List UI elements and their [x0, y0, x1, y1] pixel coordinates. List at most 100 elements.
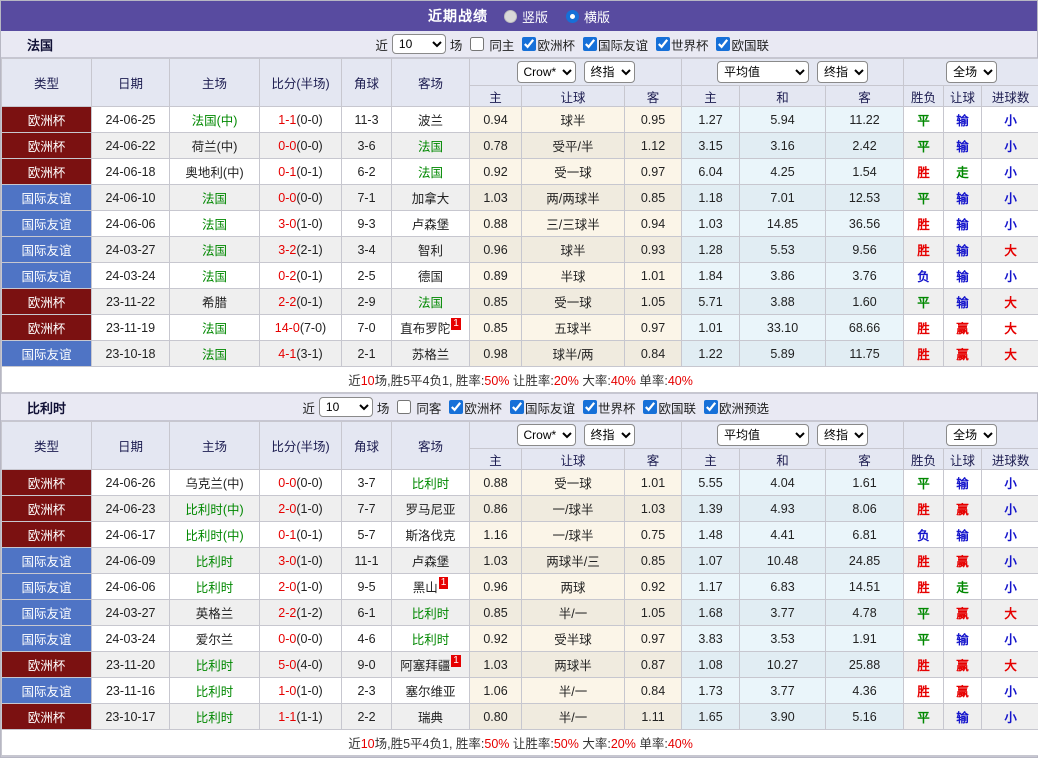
home-team-cell: 荷兰(中)	[170, 133, 260, 159]
average-odds-cell-0: 1.68	[682, 600, 740, 626]
group-0-select-0[interactable]: Crow*	[517, 424, 576, 446]
col-header-3: 比分(半场)	[260, 422, 342, 470]
competition-checkbox-2[interactable]	[583, 400, 597, 414]
summary-row: 近10场,胜5平4负1, 胜率:50% 让胜率:20% 大率:40% 单率:40…	[2, 367, 1038, 393]
group-1-select-1[interactable]: 终指	[817, 424, 868, 446]
competition-checkbox-4[interactable]	[704, 400, 718, 414]
average-odds-cell-0: 1.07	[682, 548, 740, 574]
same-venue-label: 同客	[416, 398, 441, 417]
sub-header-0-0: 主	[470, 449, 522, 470]
competition-filter-1: 国际友谊	[506, 398, 575, 417]
handicap-odds-cell-1: 球半/两	[522, 341, 625, 367]
competition-checkbox-2[interactable]	[656, 37, 670, 51]
corners-cell: 3-7	[342, 470, 392, 496]
date-cell: 24-06-18	[92, 159, 170, 185]
goals-result: 小	[982, 263, 1038, 289]
sub-header-2-1: 让球	[944, 449, 982, 470]
radio-selected-icon[interactable]	[566, 10, 579, 23]
table-row: 国际友谊24-06-06法国3-0(1-0)9-3卢森堡0.88三/三球半0.9…	[2, 211, 1038, 237]
competition-checkbox-1[interactable]	[583, 37, 597, 51]
average-odds-cell-0: 1.22	[682, 341, 740, 367]
same-venue-checkbox[interactable]	[397, 400, 411, 414]
table-row: 欧洲杯23-11-19法国14-0(7-0)7-0直布罗陀10.85五球半0.9…	[2, 315, 1038, 341]
date-cell: 24-06-17	[92, 522, 170, 548]
group-1-select-0[interactable]: 平均值	[717, 424, 809, 446]
sub-header-2-0: 胜负	[904, 86, 944, 107]
score-cell: 0-2(0-1)	[260, 263, 342, 289]
average-odds-cell-0: 1.39	[682, 496, 740, 522]
competition-label: 欧洲杯	[537, 35, 575, 54]
win-draw-loss-result: 胜	[904, 159, 944, 185]
corners-cell: 2-9	[342, 289, 392, 315]
away-team-cell: 比利时	[392, 600, 470, 626]
handicap-result: 赢	[944, 548, 982, 574]
competition-label: 欧国联	[731, 35, 769, 54]
group-0-select-1[interactable]: 终指	[584, 61, 635, 83]
corners-cell: 2-5	[342, 263, 392, 289]
group-2-select-0[interactable]: 全场	[946, 61, 997, 83]
same-venue-checkbox[interactable]	[470, 37, 484, 51]
sub-header-2-0: 胜负	[904, 449, 944, 470]
group-0-select-0[interactable]: Crow*	[517, 61, 576, 83]
corners-cell: 11-1	[342, 548, 392, 574]
match-type-cell: 欧洲杯	[2, 522, 92, 548]
away-team-cell: 加拿大	[392, 185, 470, 211]
competition-filter-0: 欧洲杯	[518, 35, 575, 54]
average-odds-cell-1: 5.89	[740, 341, 826, 367]
group-1-select-0[interactable]: 平均值	[717, 61, 809, 83]
average-odds-cell-1: 3.77	[740, 600, 826, 626]
competition-checkbox-3[interactable]	[643, 400, 657, 414]
date-cell: 24-06-06	[92, 574, 170, 600]
average-odds-cell-1: 10.27	[740, 652, 826, 678]
handicap-odds-cell-0: 1.03	[470, 652, 522, 678]
radio-unselected-icon[interactable]	[504, 10, 517, 23]
layout-radio-group: 竖版横版	[504, 7, 610, 26]
match-count-select[interactable]: 10	[319, 397, 373, 417]
score-cell: 0-0(0-0)	[260, 185, 342, 211]
handicap-odds-cell-1: 受平/半	[522, 133, 625, 159]
competition-filter-0: 欧洲杯	[445, 398, 502, 417]
home-team-cell: 法国	[170, 185, 260, 211]
average-odds-cell-1: 4.93	[740, 496, 826, 522]
score-cell: 2-2(0-1)	[260, 289, 342, 315]
recent-results-panel: 近期战绩 竖版横版 法国近10场同主欧洲杯国际友谊世界杯欧国联类型日期主场比分(…	[0, 0, 1038, 758]
layout-radio-vertical[interactable]: 竖版	[504, 7, 548, 26]
competition-checkbox-0[interactable]	[522, 37, 536, 51]
competition-checkbox-0[interactable]	[449, 400, 463, 414]
goals-result: 大	[982, 289, 1038, 315]
competition-checkbox-1[interactable]	[510, 400, 524, 414]
competition-checkbox-3[interactable]	[716, 37, 730, 51]
match-count-select[interactable]: 10	[392, 34, 446, 54]
table-row: 国际友谊24-03-27英格兰2-2(1-2)6-1比利时0.85半/一1.05…	[2, 600, 1038, 626]
score-cell: 0-0(0-0)	[260, 626, 342, 652]
group-0-select-1[interactable]: 终指	[584, 424, 635, 446]
win-draw-loss-result: 平	[904, 107, 944, 133]
score-cell: 0-0(0-0)	[260, 470, 342, 496]
average-odds-cell-2: 9.56	[826, 237, 904, 263]
goals-result: 小	[982, 574, 1038, 600]
handicap-odds-cell-0: 0.86	[470, 496, 522, 522]
average-odds-cell-2: 68.66	[826, 315, 904, 341]
sub-header-2-2: 进球数	[982, 449, 1038, 470]
handicap-odds-cell-1: 一/球半	[522, 522, 625, 548]
team-section-1: 比利时近10场同客欧洲杯国际友谊世界杯欧国联欧洲预选类型日期主场比分(半场)角球…	[1, 394, 1037, 757]
average-odds-cell-2: 11.22	[826, 107, 904, 133]
corners-cell: 2-3	[342, 678, 392, 704]
corners-cell: 3-6	[342, 133, 392, 159]
handicap-odds-cell-1: 半/一	[522, 600, 625, 626]
group-2-select-0[interactable]: 全场	[946, 424, 997, 446]
radio-label: 竖版	[522, 7, 548, 26]
handicap-odds-cell-1: 受一球	[522, 470, 625, 496]
page-title: 近期战绩	[428, 6, 488, 26]
layout-radio-horizontal[interactable]: 横版	[566, 7, 610, 26]
date-cell: 24-06-09	[92, 548, 170, 574]
handicap-odds-cell-0: 1.06	[470, 678, 522, 704]
group-1-select-1[interactable]: 终指	[817, 61, 868, 83]
competition-label: 世界杯	[671, 35, 709, 54]
summary-text: 近10场,胜5平4负1, 胜率:50% 让胜率:20% 大率:40% 单率:40…	[2, 367, 1038, 393]
match-type-cell: 国际友谊	[2, 237, 92, 263]
summary-row: 近10场,胜5平4负1, 胜率:50% 让胜率:50% 大率:20% 单率:40…	[2, 730, 1038, 756]
handicap-odds-cell-1: 球半	[522, 107, 625, 133]
handicap-odds-cell-0: 0.88	[470, 211, 522, 237]
away-team-cell: 德国	[392, 263, 470, 289]
